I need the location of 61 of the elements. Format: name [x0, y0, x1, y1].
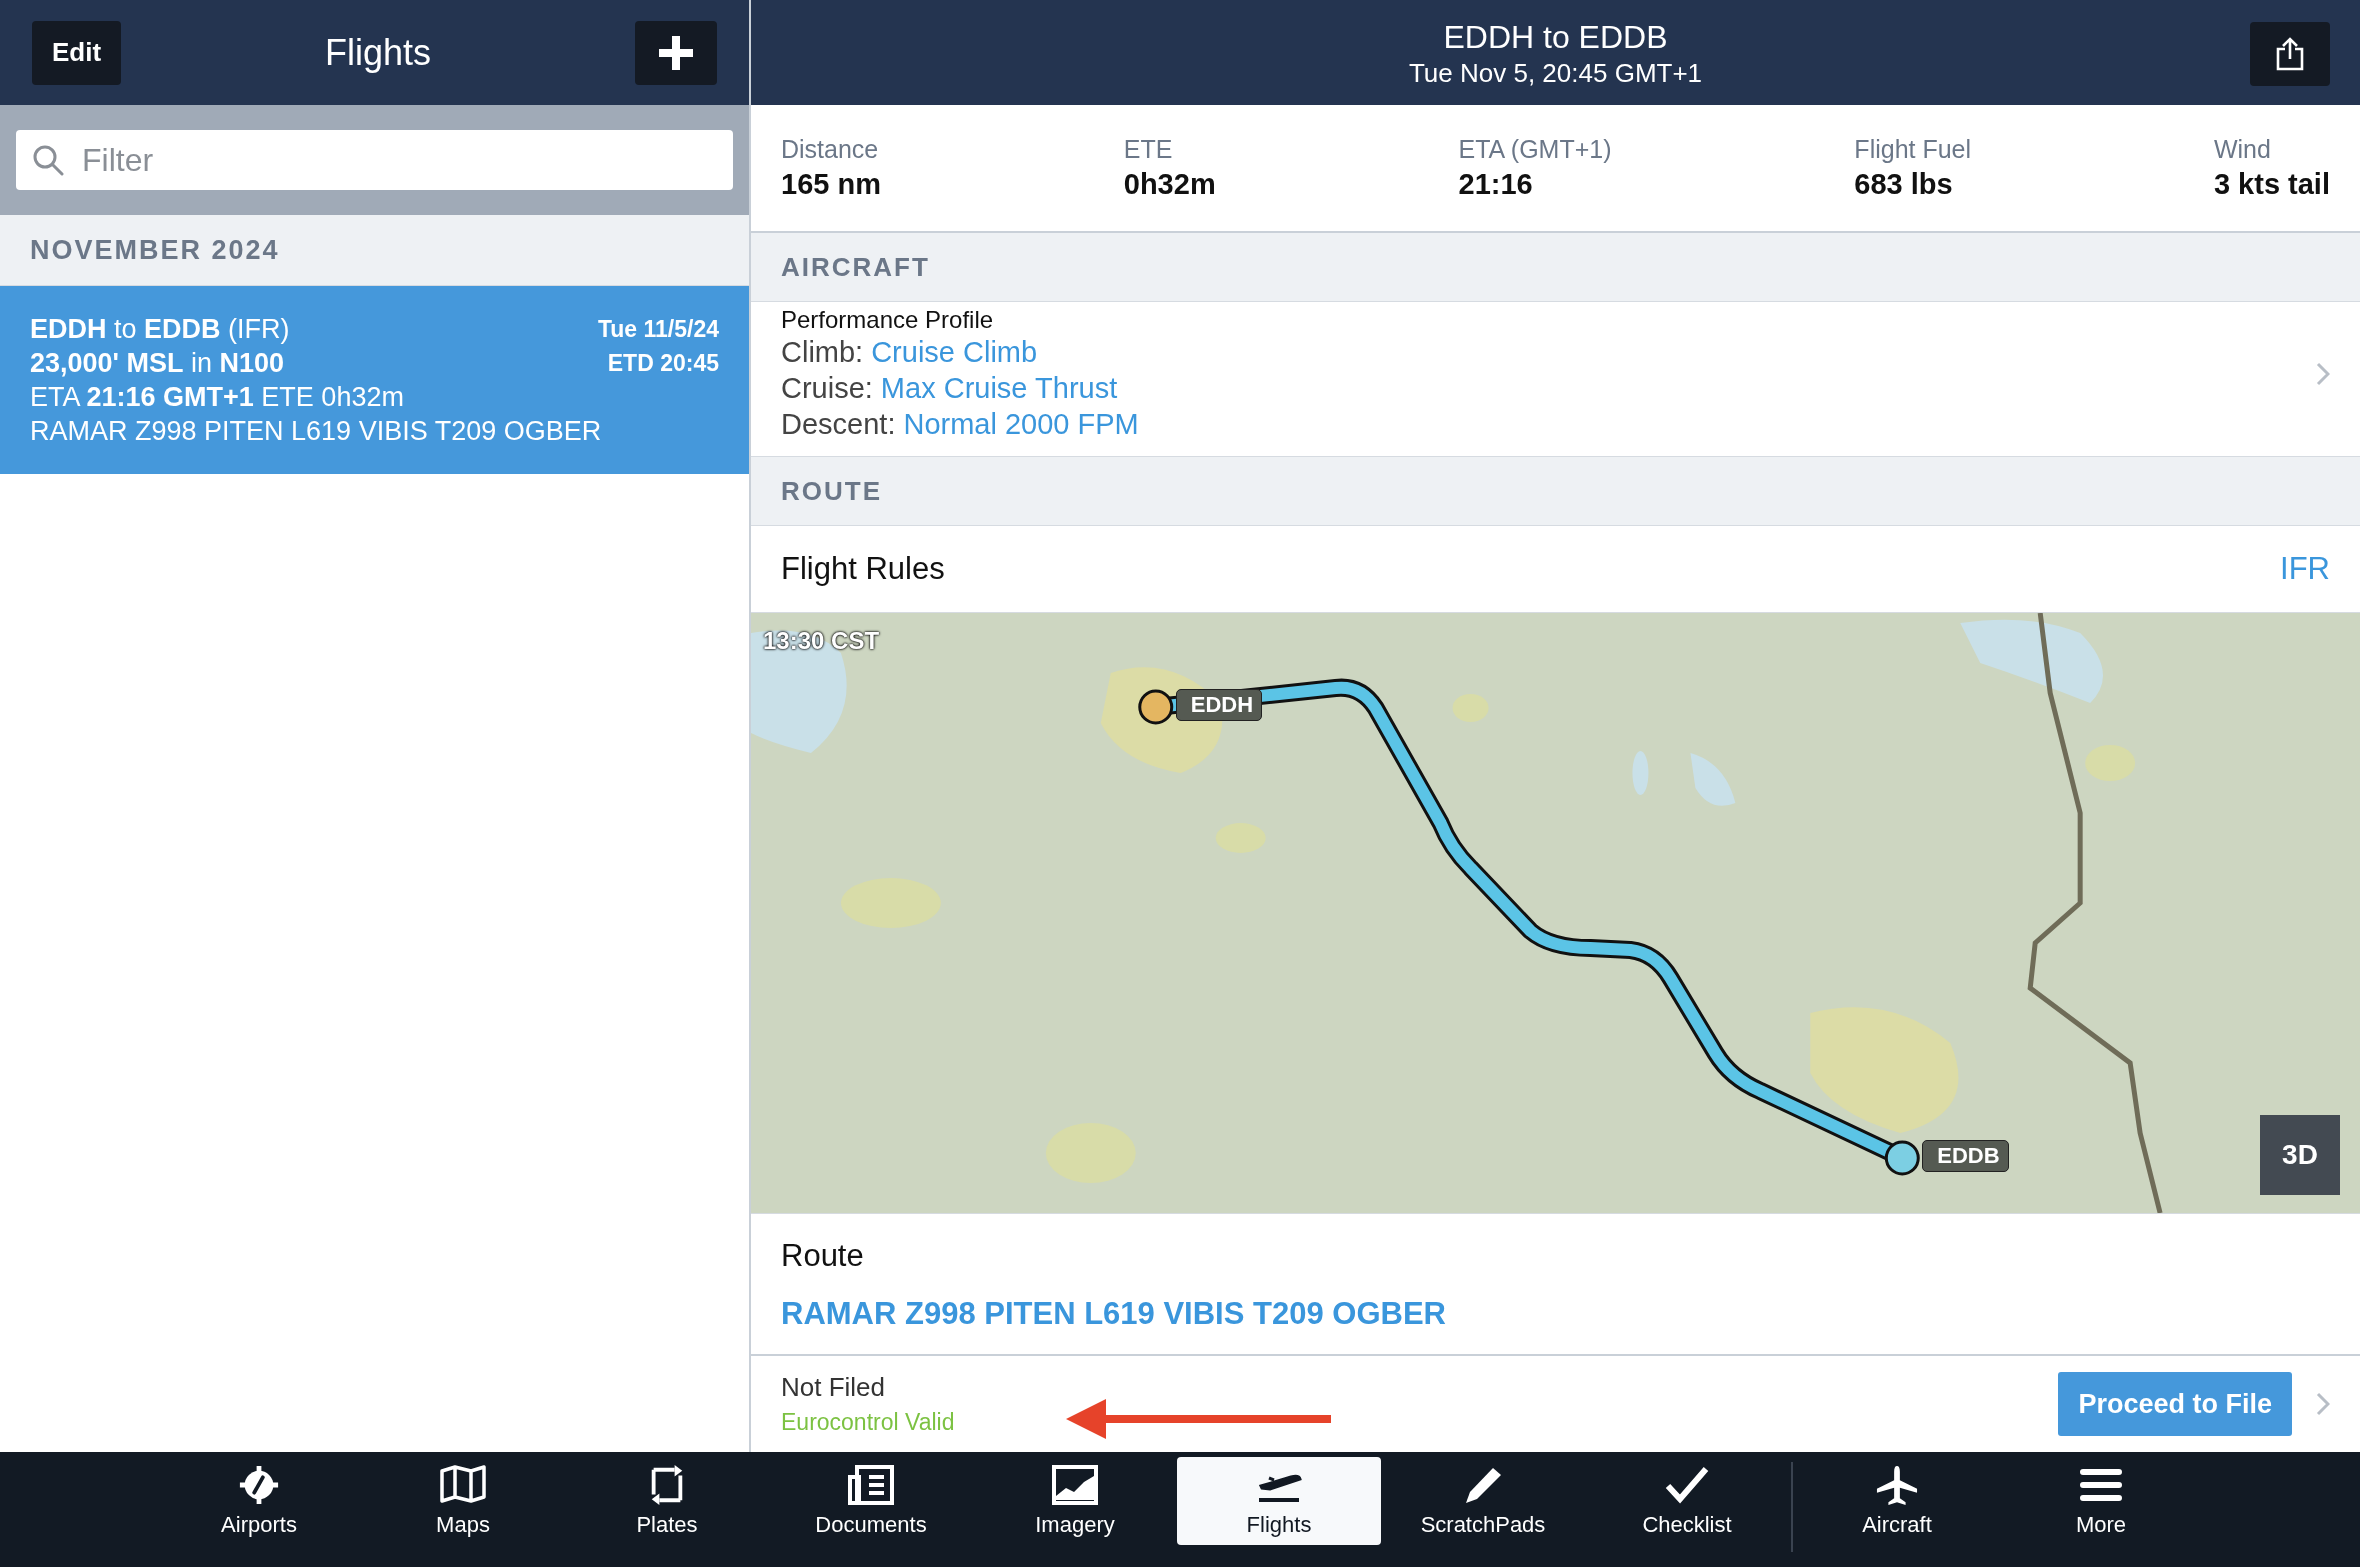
checkmark-icon [1663, 1464, 1711, 1506]
stat-label: Distance [781, 135, 880, 164]
tab-bar-item[interactable]: Documents [769, 1457, 973, 1545]
stat-label: Wind [2213, 135, 2272, 164]
edit-button[interactable]: Edit [32, 20, 122, 85]
validation-status: Eurocontrol Valid [781, 1409, 956, 1436]
waypoint-label: EDDH [1175, 689, 1263, 721]
profile-label: Climb: [781, 336, 864, 368]
profile-label: Descent: [781, 408, 896, 440]
imagery-icon [1051, 1464, 1099, 1506]
sidebar-title: Flights [325, 31, 432, 74]
stat-label: ETA (GMT+1) [1458, 135, 1612, 164]
share-icon [2276, 37, 2304, 71]
flight-rules-label: Flight Rules [781, 551, 945, 587]
tab-bar-item[interactable]: More [1999, 1457, 2203, 1545]
section-header: AIRCRAFT [751, 233, 2360, 302]
chevron-icon [2316, 1392, 2330, 1416]
share-button[interactable] [2250, 22, 2330, 86]
flight-subtitle: Tue Nov 5, 20:45 GMT+1 [1408, 56, 1703, 89]
stat-value: 683 lbs [1854, 168, 1954, 201]
3d-button[interactable]: 3D [2260, 1115, 2340, 1195]
tab-bar-item[interactable]: Flights [1177, 1457, 1381, 1545]
flight-detail-text: EDDH to EDDB (IFR) [30, 313, 291, 346]
stat-label: ETE [1123, 135, 1174, 164]
flight-etd: ETD 20:45 [606, 349, 719, 378]
route-label: Route [781, 1238, 865, 1274]
flight-title: EDDH to EDDB [1442, 17, 1669, 57]
profile-value: Cruise Climb [871, 336, 1038, 368]
flight-detail-text: RAMAR Z998 PITEN L619 VIBIS T209 OGBER [30, 415, 603, 448]
tab-bar-item[interactable]: Imagery [973, 1457, 1177, 1545]
section-header: ROUTE [751, 457, 2360, 526]
flight-date: Tue 11/5/24 [597, 315, 719, 344]
flight-detail-text: ETA 21:16 GMT+1 ETE 0h32m [30, 381, 405, 414]
waypoint-label: EDDB [1922, 1140, 2009, 1172]
airport-marker[interactable] [1138, 689, 1174, 725]
tab-bar-item[interactable]: ScratchPads [1381, 1457, 1585, 1545]
map-icon [439, 1464, 487, 1506]
filter-field[interactable]: Filter [16, 130, 733, 190]
profile-value: Max Cruise Thrust [880, 372, 1118, 404]
airport-marker[interactable] [1884, 1140, 1920, 1176]
filing-status: Not Filed [781, 1372, 887, 1403]
profile-label: Cruise: [781, 372, 873, 404]
tab-bar-item[interactable]: Airports [157, 1457, 361, 1545]
plus-icon [659, 35, 693, 70]
tab-bar-item[interactable]: Maps [361, 1457, 565, 1545]
document-icon [847, 1464, 895, 1506]
profile-title: Performance Profile [781, 306, 995, 334]
add-button[interactable] [635, 20, 717, 85]
tab-bar-item[interactable]: Aircraft [1795, 1457, 1999, 1545]
tab-bar-item[interactable]: Checklist [1585, 1457, 1789, 1545]
profile-value: Normal 2000 FPM [903, 408, 1139, 440]
stat-value: 21:16 [1458, 168, 1534, 201]
stat-value: 0h32m [1123, 168, 1216, 201]
chevron-icon [2316, 362, 2330, 386]
section-header: NOVEMBER 2024 [0, 215, 749, 286]
map-time-label: 13:30 CST [763, 627, 880, 655]
stat-label: Flight Fuel [1854, 135, 1972, 164]
stat-value: 165 nm [781, 168, 881, 201]
tab-bar-item[interactable]: Plates [565, 1457, 769, 1545]
flight-detail-text: 23,000' MSL in N100 [30, 347, 286, 380]
stat-value: 3 kts tail [2213, 168, 2330, 201]
